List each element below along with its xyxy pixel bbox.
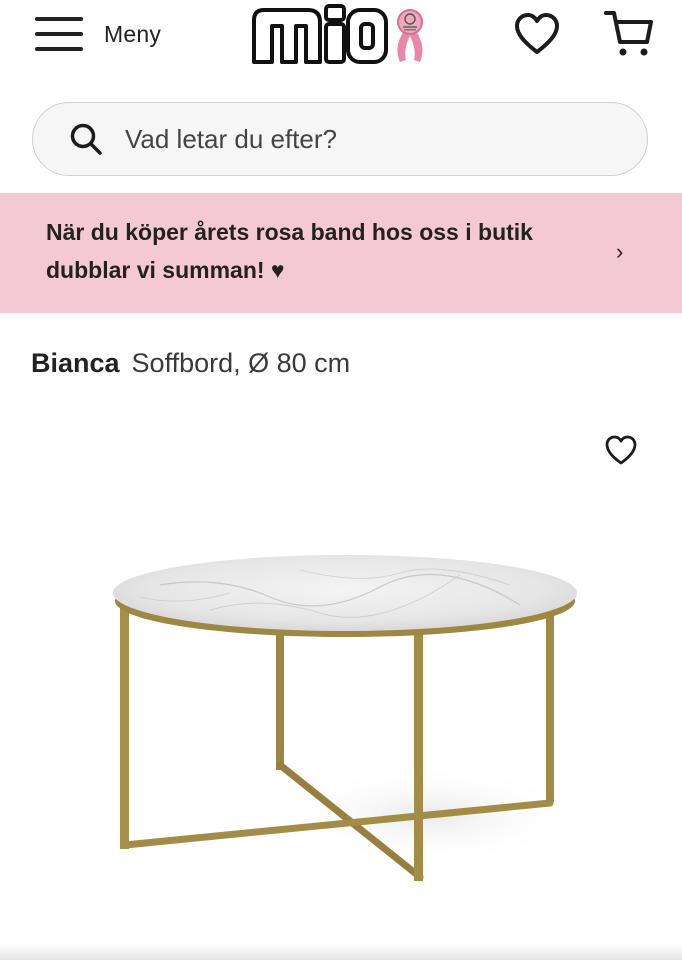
search-input[interactable]	[123, 122, 587, 156]
product-heading: Bianca Soffbord, Ø 80 cm	[31, 348, 350, 379]
menu-label: Meny	[104, 20, 162, 47]
search-bar[interactable]	[32, 102, 648, 176]
wishlist-heart-icon[interactable]	[514, 12, 560, 56]
product-wishlist-heart-icon[interactable]	[604, 434, 638, 466]
shopping-cart-icon[interactable]	[604, 8, 654, 58]
mio-logo[interactable]	[248, 2, 438, 70]
chevron-right-icon: ›	[616, 239, 624, 264]
menu-button[interactable]: Meny	[34, 12, 161, 56]
product-name: Bianca	[31, 348, 120, 378]
bottom-divider	[0, 944, 682, 960]
coffee-table-photo[interactable]	[100, 515, 590, 915]
search-icon	[70, 123, 102, 155]
hamburger-icon	[35, 17, 83, 51]
promo-text: När du köper årets rosa band hos oss i b…	[46, 219, 533, 283]
app-header: Meny	[0, 0, 682, 80]
promo-banner[interactable]: När du köper årets rosa band hos oss i b…	[0, 193, 682, 313]
pink-ribbon-icon	[397, 9, 423, 62]
product-description: Soffbord, Ø 80 cm	[131, 348, 351, 378]
